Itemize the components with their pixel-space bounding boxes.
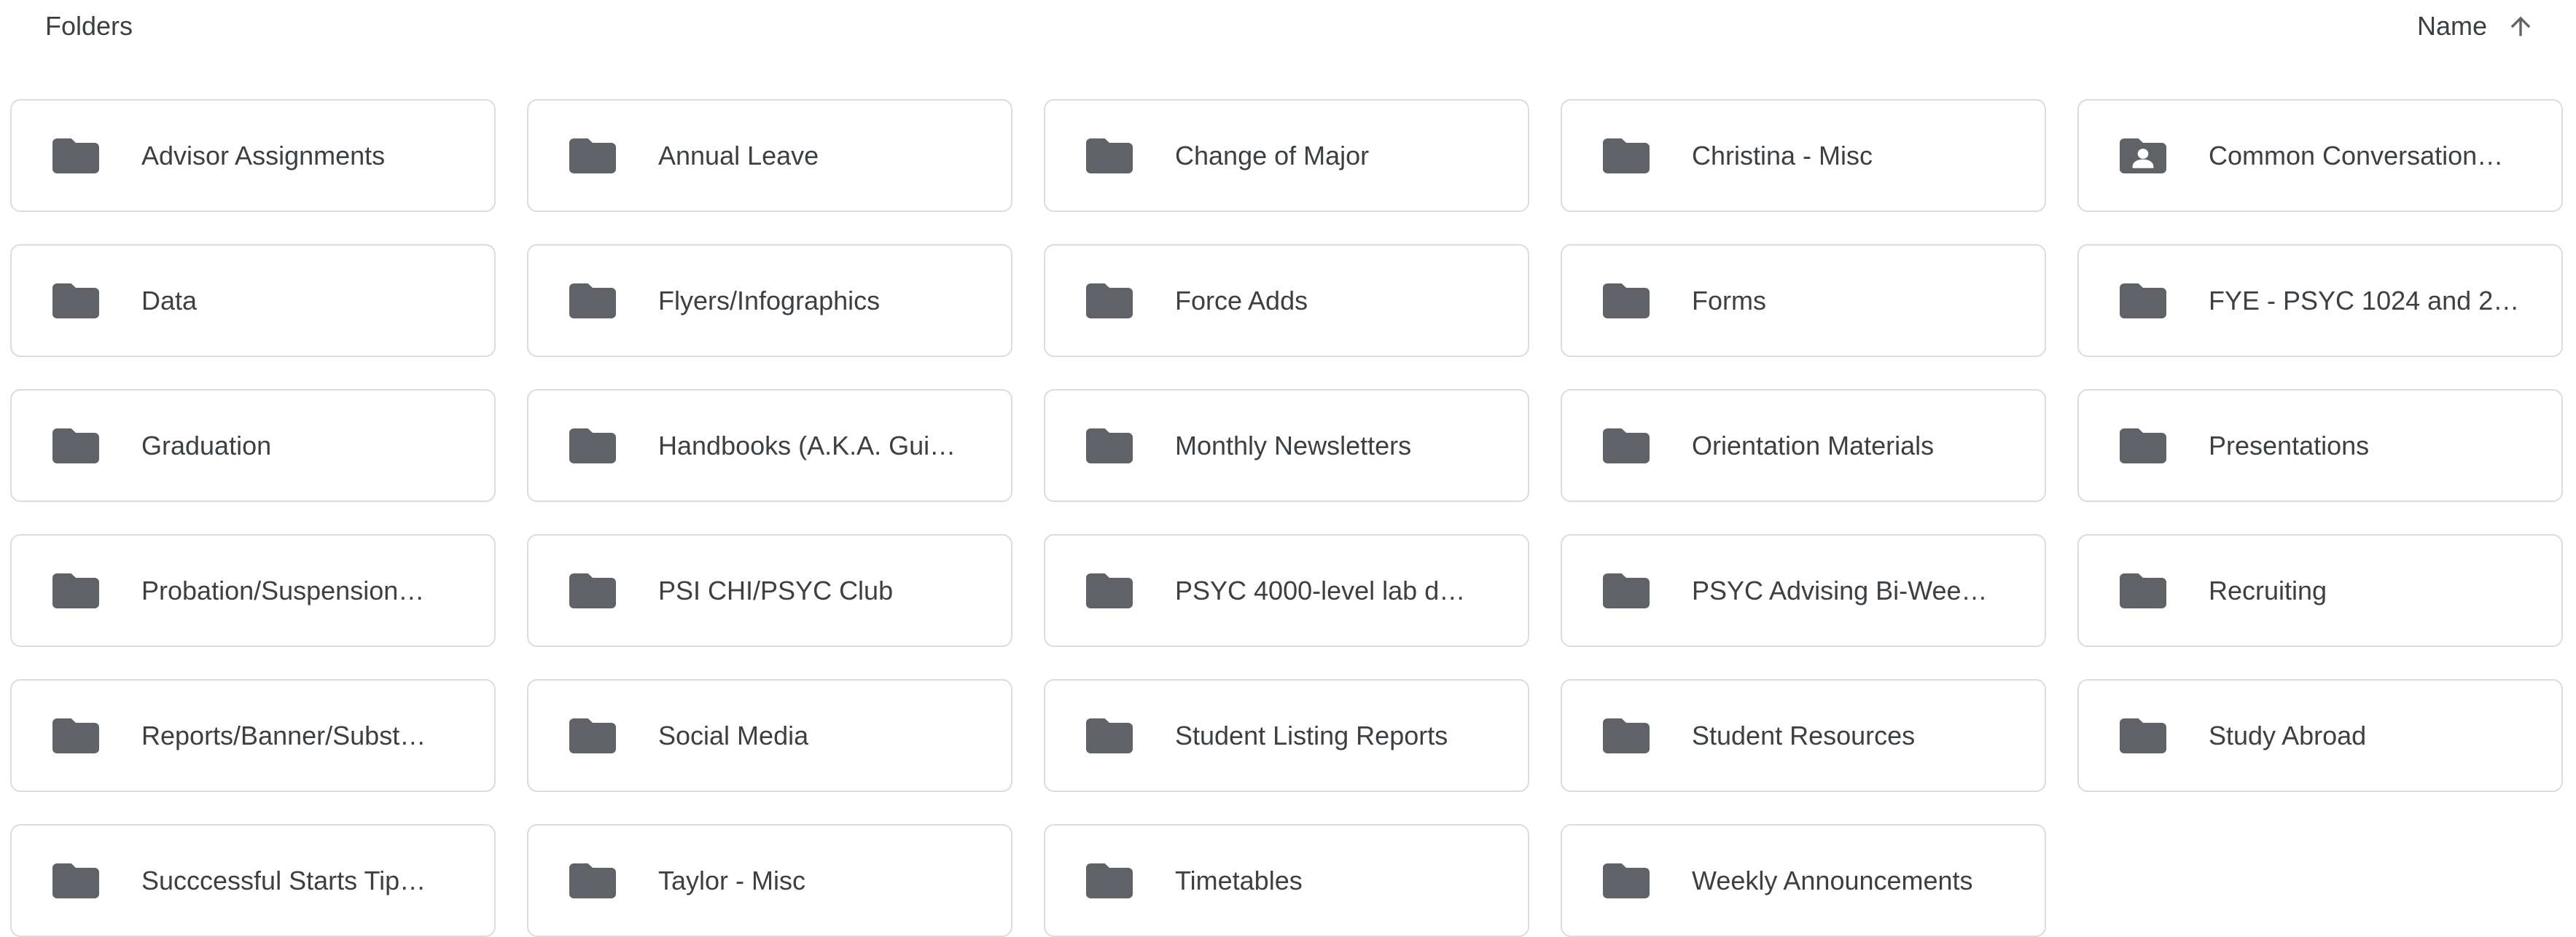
- folder-card[interactable]: Flyers/Infographics: [527, 244, 1012, 357]
- folder-name: Advisor Assignments: [141, 140, 386, 170]
- shared-folder-icon: [2120, 138, 2166, 173]
- folder-name: Recruiting: [2209, 575, 2327, 605]
- folder-name: Annual Leave: [658, 140, 819, 170]
- folder-card[interactable]: Weekly Announcements: [1561, 824, 2046, 937]
- folder-card[interactable]: Change of Major: [1044, 99, 1529, 212]
- folder-icon: [1603, 718, 1650, 753]
- folder-icon: [569, 573, 616, 608]
- folder-name: Graduation: [141, 430, 272, 460]
- folder-name: Study Abroad: [2209, 720, 2367, 750]
- folder-card[interactable]: Student Resources: [1561, 679, 2046, 792]
- folder-card[interactable]: Student Listing Reports: [1044, 679, 1529, 792]
- folder-icon: [2120, 428, 2166, 463]
- folder-name: FYE - PSYC 1024 and 2…: [2209, 285, 2520, 315]
- folder-card[interactable]: PSYC 4000-level lab d…: [1044, 534, 1529, 647]
- folder-name: Change of Major: [1175, 140, 1370, 170]
- folder-name: Common Conversation…: [2209, 140, 2504, 170]
- folder-card[interactable]: Advisor Assignments: [10, 99, 496, 212]
- folders-header: Folders Name: [0, 0, 2576, 58]
- folder-name: Christina - Misc: [1692, 140, 1873, 170]
- folder-card[interactable]: Annual Leave: [527, 99, 1012, 212]
- folder-icon: [569, 863, 616, 898]
- folder-icon: [52, 573, 99, 608]
- folder-name: Probation/Suspension…: [141, 575, 425, 605]
- folder-icon: [1603, 138, 1650, 173]
- folder-icon: [1086, 428, 1133, 463]
- folder-card[interactable]: Succcessful Starts Tip…: [10, 824, 496, 937]
- folder-card[interactable]: Study Abroad: [2077, 679, 2563, 792]
- folder-icon: [1603, 283, 1650, 318]
- folder-name: Taylor - Misc: [658, 865, 806, 895]
- folder-card[interactable]: Handbooks (A.K.A. Gui…: [527, 389, 1012, 502]
- folder-card[interactable]: PSYC Advising Bi-Wee…: [1561, 534, 2046, 647]
- folder-card[interactable]: Orientation Materials: [1561, 389, 2046, 502]
- folder-card[interactable]: Forms: [1561, 244, 2046, 357]
- folder-icon: [1603, 573, 1650, 608]
- folder-name: Presentations: [2209, 430, 2370, 460]
- folder-card[interactable]: Taylor - Misc: [527, 824, 1012, 937]
- folder-name: Timetables: [1175, 865, 1303, 895]
- folder-icon: [1086, 283, 1133, 318]
- arrow-up-icon: [2510, 16, 2531, 36]
- folder-name: PSI CHI/PSYC Club: [658, 575, 894, 605]
- folder-icon: [1086, 138, 1133, 173]
- folder-icon: [1603, 863, 1650, 898]
- folder-name: Handbooks (A.K.A. Gui…: [658, 430, 956, 460]
- folder-icon: [52, 718, 99, 753]
- folder-card[interactable]: Force Adds: [1044, 244, 1529, 357]
- folder-icon: [52, 138, 99, 173]
- sort-label: Name: [2416, 11, 2487, 41]
- folder-name: Social Media: [658, 720, 809, 750]
- folder-name: Reports/Banner/Subst…: [141, 720, 426, 750]
- folder-icon: [569, 428, 616, 463]
- folder-card[interactable]: Social Media: [527, 679, 1012, 792]
- folder-card[interactable]: Reports/Banner/Subst…: [10, 679, 496, 792]
- folder-name: Student Resources: [1692, 720, 1916, 750]
- folder-icon: [569, 718, 616, 753]
- section-title: Folders: [45, 11, 133, 41]
- folder-card[interactable]: Presentations: [2077, 389, 2563, 502]
- folder-icon: [52, 863, 99, 898]
- folder-card[interactable]: Monthly Newsletters: [1044, 389, 1529, 502]
- folder-name: PSYC Advising Bi-Wee…: [1692, 575, 1988, 605]
- folder-icon: [2120, 573, 2166, 608]
- folder-card[interactable]: Probation/Suspension…: [10, 534, 496, 647]
- folder-name: Weekly Announcements: [1692, 865, 1973, 895]
- folder-icon: [52, 283, 99, 318]
- folder-card[interactable]: Common Conversation…: [2077, 99, 2563, 212]
- folder-icon: [1086, 573, 1133, 608]
- sort-by-name-button[interactable]: Name: [2417, 6, 2535, 47]
- folder-name: Orientation Materials: [1692, 430, 1935, 460]
- folder-card[interactable]: FYE - PSYC 1024 and 2…: [2077, 244, 2563, 357]
- folder-card[interactable]: Graduation: [10, 389, 496, 502]
- folder-icon: [569, 283, 616, 318]
- folder-name: Succcessful Starts Tip…: [141, 865, 426, 895]
- folder-name: Student Listing Reports: [1175, 720, 1448, 750]
- folder-name: Forms: [1692, 285, 1766, 315]
- folder-grid: Advisor Assignments Annual Leave Change of…: [10, 99, 2576, 937]
- folder-card[interactable]: Recruiting: [2077, 534, 2563, 647]
- folder-name: Flyers/Infographics: [658, 285, 881, 315]
- folder-card[interactable]: Data: [10, 244, 496, 357]
- folder-icon: [1086, 718, 1133, 753]
- folder-icon: [2120, 283, 2166, 318]
- folder-name: PSYC 4000-level lab d…: [1175, 575, 1466, 605]
- folder-name: Force Adds: [1175, 285, 1308, 315]
- folder-card[interactable]: Christina - Misc: [1561, 99, 2046, 212]
- folder-card[interactable]: PSI CHI/PSYC Club: [527, 534, 1012, 647]
- folder-icon: [1086, 863, 1133, 898]
- folder-icon: [2120, 718, 2166, 753]
- folder-icon: [1603, 428, 1650, 463]
- folder-name: Monthly Newsletters: [1175, 430, 1412, 460]
- folder-name: Data: [141, 285, 198, 315]
- folder-card[interactable]: Timetables: [1044, 824, 1529, 937]
- folder-icon: [52, 428, 99, 463]
- folder-icon: [569, 138, 616, 173]
